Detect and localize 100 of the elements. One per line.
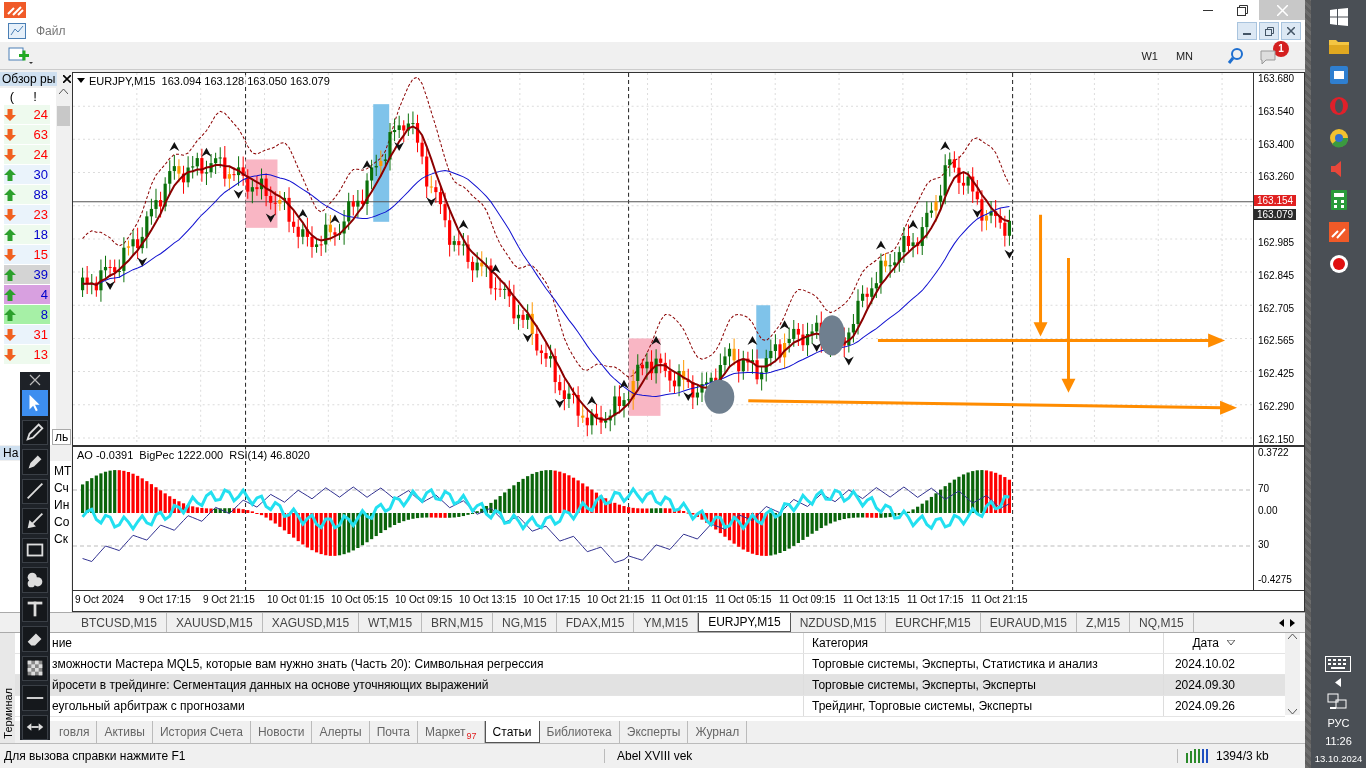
terminal-tab[interactable]: Почта [369,721,418,743]
column-header[interactable]: Дата [1163,633,1243,653]
article-date: 2024.09.30 [1163,675,1243,695]
terminal-tab[interactable]: Активы [97,721,153,743]
tick-count: 63 [32,127,49,142]
terminal-tab[interactable]: Алерты [312,721,370,743]
price-label: 162.290 [1258,401,1295,412]
time-label: 11 Oct 13:15 [843,593,901,605]
market-row[interactable]: 88 [4,185,50,205]
time-label: 11 Oct 05:15 [715,593,773,605]
market-row[interactable]: 39 [4,265,50,285]
tick-count: 24 [32,147,49,162]
menu-item[interactable]: Файл [32,24,70,38]
market-row[interactable]: 23 [4,205,50,225]
panel-tab[interactable]: ль [52,429,72,445]
column-header[interactable]: ние [52,636,72,650]
market-row[interactable]: 15 [4,245,50,265]
article-title: еугольный арбитраж с прогнозами [52,699,245,713]
chart-tab[interactable]: EURJPY,M15 [698,613,791,632]
language-indicator[interactable]: РУС [1327,717,1350,729]
chart-title: EURJPY,M15 163.094 163.128 163.050 163.079 [89,75,330,87]
market-row[interactable]: 31 [4,325,50,345]
time-label: 11 Oct 21:15 [971,593,1029,605]
article-title: йросети в трейдинге: Сегментация данных на основе уточняющих выражений [52,678,489,692]
navigator-item[interactable]: МТ [0,461,72,478]
article-row[interactable]: йросети в трейдинге: Сегментация данных на основе уточняющих выражений Торговые системы, Эксперты, Эксперты 2024.09.30 [15,675,1285,696]
indicator-label: 0.3722 [1258,447,1289,458]
indicator-label: 30 [1258,539,1270,550]
article-date: 2024.09.26 [1163,696,1243,716]
tick-count: 23 [32,207,49,222]
market-row[interactable]: 4 [4,285,50,305]
column-header[interactable]: Категория [803,633,1163,653]
timeframe-button[interactable]: W1 [1135,47,1164,64]
traffic-text: 1394/3 kb [1216,749,1269,763]
indicator-label: 70 [1258,483,1270,494]
clock-time[interactable]: 11:26 [1325,735,1352,747]
terminal-tab[interactable]: Эксперты [619,721,689,743]
price-label: 162.705 [1258,302,1295,314]
clock-date[interactable]: 13.10.2024 [1314,753,1363,764]
terminal-tab[interactable]: говля [52,721,98,743]
time-label: 11 Oct 01:15 [651,593,709,605]
price-label: 163.540 [1258,105,1295,117]
status-text: Для вызова справки нажмите F1 [3,749,187,763]
market-row[interactable]: 30 [4,165,50,185]
tick-count: 24 [32,107,49,122]
tick-count: 18 [32,227,49,242]
price-label: 163.260 [1258,171,1295,183]
terminal-tab[interactable]: Новости [250,721,313,743]
price-label: 162.425 [1258,368,1295,380]
price-label: 162.985 [1258,237,1295,248]
time-label: 10 Oct 21:15 [587,593,646,605]
tick-count: 4 [39,287,49,302]
terminal-tab[interactable]: Журнал [688,721,748,743]
tick-count: 15 [32,247,49,262]
price-label: 162.845 [1258,269,1295,281]
price-label: 163.400 [1258,138,1295,150]
panel-title: Обзор ры [0,72,58,86]
article-category: Торговые системы, Эксперты, Эксперты [803,675,1163,695]
price-tag: 163.154 [1254,195,1297,206]
column-header[interactable]: ! [20,89,50,104]
navigator-item[interactable]: Со [0,512,72,529]
market-row[interactable]: 24 [4,145,50,165]
terminal-tab[interactable]: Статьи [484,721,540,743]
terminal-tab[interactable]: История Счета [153,721,251,743]
time-label: 9 Oct 21:15 [203,593,256,605]
panel-title: На [0,446,22,460]
terminal-tab[interactable]: Библиотека [539,721,620,743]
time-label: 10 Oct 17:15 [523,593,582,605]
time-label: 10 Oct 09:15 [395,593,454,605]
article-category: Трейдинг, Торговые системы, Эксперты [803,696,1163,716]
market-row[interactable]: 24 [4,105,50,125]
panel-title: Терминал [1,688,14,739]
market-row[interactable]: 13 [4,345,50,365]
navigator-item[interactable]: Ск [0,529,72,546]
tick-count: 31 [32,327,49,342]
indicator-label: -0.4275 [1258,574,1292,585]
navigator-item[interactable]: Ин [0,495,72,512]
price-label: 162.150 [1258,433,1295,445]
time-label: 9 Oct 2024 [75,593,125,605]
navigator-item[interactable]: Сч [0,478,72,495]
price-label: 163.680 [1258,73,1295,84]
profile-name: Abel XVIII vek [604,749,1177,763]
market-row[interactable]: 63 [4,125,50,145]
time-label: 11 Oct 09:15 [779,593,837,605]
timeframe-button[interactable]: MN [1169,47,1199,64]
market-row[interactable]: 8 [4,305,50,325]
article-date: 2024.10.02 [1163,654,1243,674]
market-row[interactable]: 18 [4,225,50,245]
price-label: 162.565 [1258,335,1295,347]
tick-count: 88 [32,187,49,202]
column-header[interactable]: ( [4,89,20,104]
tick-count: 30 [32,167,49,182]
indicator-title: AO -0.0391 BigPec 1222.000 RSI(14) 46.8020 [77,449,310,461]
tick-count: 8 [39,307,49,322]
time-label: 9 Oct 17:15 [139,593,192,605]
tick-count: 39 [32,267,49,282]
time-label: 11 Oct 17:15 [907,593,965,605]
time-label: 10 Oct 05:15 [331,593,390,605]
time-label: 10 Oct 13:15 [459,593,518,605]
indicator-label: 0.00 [1258,505,1278,516]
